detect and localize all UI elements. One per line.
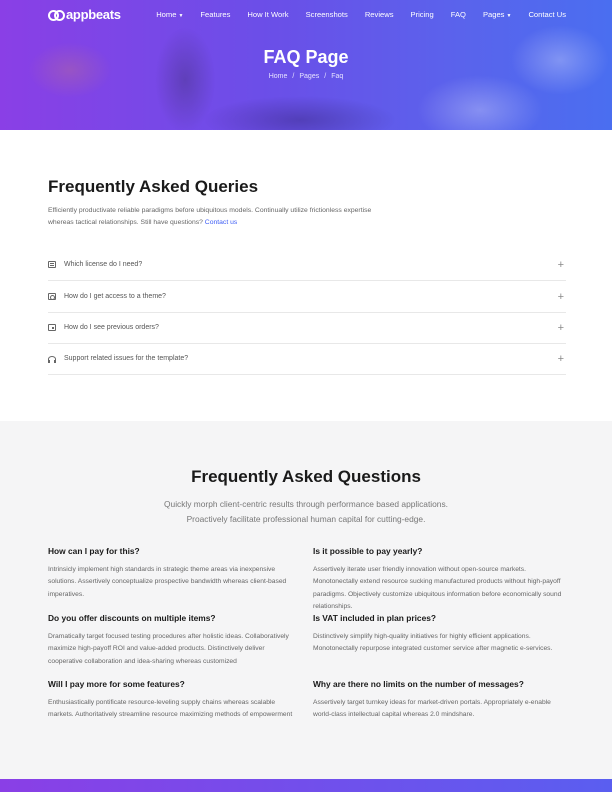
nav-item-how-it-work[interactable]: How It Work (247, 10, 288, 19)
logo[interactable]: appbeats (48, 7, 121, 22)
breadcrumb: Home / Pages / Faq (0, 73, 612, 80)
faq-answer: Distinctively simplify high-quality init… (313, 633, 553, 653)
plus-icon[interactable]: + (558, 322, 564, 333)
faq-question: How can I pay for this? (48, 546, 140, 556)
breadcrumb-home[interactable]: Home (269, 73, 288, 80)
logo-text: appbeats (66, 6, 121, 22)
access-icon (48, 293, 56, 300)
nav-item-reviews[interactable]: Reviews (365, 10, 394, 19)
accordion-item-license[interactable]: Which license do I need? + (48, 249, 566, 281)
nav-item-faq[interactable]: FAQ (451, 10, 466, 19)
faq-answer: Assertively target turnkey ideas for mar… (313, 699, 551, 719)
chevron-down-icon: ▼ (178, 12, 184, 19)
plus-icon[interactable]: + (558, 259, 564, 270)
faq-subtitle-line: Quickly morph client-centric results thr… (164, 499, 448, 509)
headset-icon (48, 355, 56, 363)
nav-item-home[interactable]: Home ▼ (156, 10, 183, 19)
faq-heading: Frequently Asked Questions (191, 467, 421, 486)
breadcrumb-separator: / (324, 73, 327, 80)
faq-subtitle: Quickly morph client-centric results thr… (0, 497, 612, 527)
accordion-item-support[interactable]: Support related issues for the template?… (48, 343, 566, 375)
orders-icon (48, 324, 56, 331)
accordion-label: Support related issues for the template? (64, 355, 189, 362)
nav-item-contact-us[interactable]: Contact Us (528, 10, 566, 19)
queries-heading: Frequently Asked Queries (48, 177, 259, 196)
chevron-down-icon: ▼ (506, 12, 512, 19)
faq-answer: Intrinsicly implement high standards in … (48, 566, 287, 598)
nav-menu: Home ▼ Features How It Work Screenshots R… (156, 10, 566, 19)
faq-item-yearly: Is it possible to pay yearly? Assertivel… (313, 546, 567, 614)
faq-question: Is VAT included in plan prices? (313, 613, 437, 623)
faq-subtitle-line: Proactively facilitate professional huma… (186, 514, 426, 524)
faq-item-vat: Is VAT included in plan prices? Distinct… (313, 613, 565, 656)
nav-item-label: Home (156, 9, 177, 19)
accordion-item-orders[interactable]: How do I see previous orders? + (48, 312, 566, 344)
top-nav: appbeats Home ▼ Features How It Work Scre… (48, 6, 566, 22)
faq-question: Is it possible to pay yearly? (313, 546, 423, 556)
faq-question: Why are there no limits on the number of… (313, 679, 524, 689)
accordion-label: How do I see previous orders? (64, 324, 159, 331)
document-icon (48, 261, 56, 268)
faq-question: Will I pay more for some features? (48, 679, 185, 689)
faq-answer: Assertively iterate user friendly innova… (313, 566, 562, 611)
nav-item-pages[interactable]: Pages ▼ (483, 10, 512, 19)
faq-answer: Enthusiastically pontificate resource-le… (48, 699, 293, 719)
queries-intro: Efficiently productivate reliable paradi… (48, 205, 388, 229)
faq-question: Do you offer discounts on multiple items… (48, 613, 216, 623)
breadcrumb-pages[interactable]: Pages (299, 73, 319, 80)
faq-item-features: Will I pay more for some features? Enthu… (48, 679, 300, 722)
page-title: FAQ Page (263, 47, 349, 67)
accordion-item-access[interactable]: How do I get access to a theme? + (48, 281, 566, 313)
logo-icon (48, 9, 65, 21)
footer-strip (0, 779, 612, 792)
breadcrumb-current: Faq (331, 73, 344, 80)
faq-item-discounts: Do you offer discounts on multiple items… (48, 613, 300, 668)
nav-item-screenshots[interactable]: Screenshots (306, 10, 348, 19)
faq-item-pay: How can I pay for this? Intrinsicly impl… (48, 546, 300, 601)
contact-us-link[interactable]: Contact us (205, 219, 238, 226)
nav-item-label: Pages (482, 9, 505, 19)
plus-icon[interactable]: + (558, 291, 564, 302)
breadcrumb-separator: / (292, 73, 295, 80)
nav-item-features[interactable]: Features (200, 10, 230, 19)
accordion-label: How do I get access to a theme? (64, 293, 166, 300)
hero-banner: appbeats Home ▼ Features How It Work Scre… (0, 0, 612, 130)
faq-answer: Dramatically target focused testing proc… (48, 633, 289, 665)
nav-item-pricing[interactable]: Pricing (411, 10, 434, 19)
accordion-label: Which license do I need? (64, 261, 143, 268)
plus-icon[interactable]: + (558, 353, 564, 364)
faq-item-messages: Why are there no limits on the number of… (313, 679, 565, 722)
